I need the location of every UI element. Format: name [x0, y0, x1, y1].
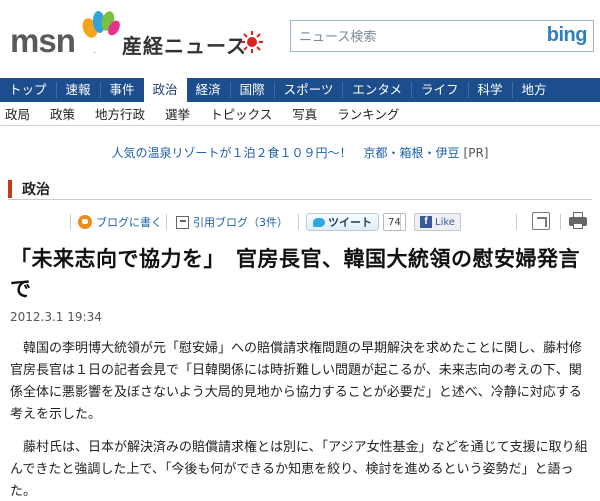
nav-item-entertainment[interactable]: エンタメ	[343, 78, 411, 102]
facebook-like-widget: f Like	[414, 212, 461, 232]
toolbar-separator	[166, 214, 167, 230]
nav-item-economy[interactable]: 経済	[187, 78, 230, 102]
blog-icon	[78, 215, 92, 229]
twitter-bird-icon	[313, 217, 325, 227]
site-header: msn . 産経ニュース bing	[0, 0, 600, 76]
toolbar-separator	[298, 214, 299, 230]
quote-blog-link[interactable]: 引用ブログ（3件）	[176, 212, 288, 232]
article-headline: 「未来志向で協力を」 官房長官、韓国大統領の慰安婦発言で	[10, 247, 580, 301]
nav-item-breaking[interactable]: 速報	[57, 78, 100, 102]
article-date: 2012.3.1 19:34	[10, 310, 102, 324]
msn-logo-dot: .	[93, 46, 96, 56]
section-heading: 政治	[8, 178, 592, 200]
facebook-like-button[interactable]: f Like	[414, 213, 461, 231]
sankei-mark-icon	[241, 31, 263, 53]
nav-item-regional[interactable]: 地方	[513, 78, 556, 102]
sub-nav-item-topics[interactable]: トピックス	[210, 104, 272, 123]
nav-item-top[interactable]: トップ	[0, 78, 56, 102]
sankei-news-logo-text: 産経ニュース	[122, 34, 247, 58]
msn-butterfly-icon	[82, 11, 120, 38]
sub-nav-item-local-government[interactable]: 地方行政	[95, 104, 145, 123]
section-title: 政治	[22, 182, 50, 198]
ad-banner: 人気の温泉リゾートが１泊２食１０９円〜！ 京都・箱根・伊豆 [PR]	[0, 144, 600, 161]
nav-item-science[interactable]: 科学	[469, 78, 512, 102]
toolbar-separator	[70, 214, 71, 230]
sub-nav-item-political-situation[interactable]: 政局	[5, 104, 30, 123]
share-icon[interactable]	[532, 212, 550, 230]
news-search-input[interactable]	[299, 27, 519, 47]
tweet-count: 74	[383, 213, 406, 231]
toolbar-separator	[560, 214, 561, 230]
blog-write-link[interactable]: ブログに書く	[78, 212, 162, 232]
sub-nav-item-ranking[interactable]: ランキング	[337, 104, 399, 123]
print-icon[interactable]	[568, 212, 588, 230]
like-label: Like	[435, 216, 455, 228]
msn-sankei-logo[interactable]: msn . 産経ニュース	[10, 10, 263, 59]
social-toolbar: ブログに書く 引用ブログ（3件） ツイート 74 f Like	[70, 210, 592, 234]
main-nav: トップ 速報 事件 政治 経済 国際 スポーツ エンタメ ライフ 科学 地方	[0, 78, 600, 102]
ad-link[interactable]: 人気の温泉リゾートが１泊２食１０９円〜！	[112, 146, 352, 160]
sub-nav: 政局 政策 地方行政 選挙 トピックス 写真 ランキング	[0, 102, 600, 126]
msn-logo-text: msn	[10, 22, 76, 59]
article-paragraph: 藤村氏は、日本が解決済みの賠償請求権とは別に、「アジア女性基金」などを通じて支援…	[10, 440, 588, 499]
quote-blog-icon	[176, 215, 189, 229]
ad-link-destinations[interactable]: 京都・箱根・伊豆	[364, 146, 460, 160]
facebook-icon: f	[420, 216, 432, 228]
sub-nav-item-elections[interactable]: 選挙	[165, 104, 190, 123]
sub-nav-item-photos[interactable]: 写真	[292, 104, 317, 123]
nav-item-incidents[interactable]: 事件	[101, 78, 144, 102]
nav-item-sports[interactable]: スポーツ	[275, 78, 343, 102]
news-search-box: bing	[290, 20, 594, 52]
section-accent-bar	[8, 180, 12, 198]
tweet-button[interactable]: ツイート	[306, 213, 379, 231]
nav-item-life[interactable]: ライフ	[412, 78, 468, 102]
nav-item-international[interactable]: 国際	[231, 78, 274, 102]
nav-item-politics[interactable]: 政治	[143, 78, 187, 102]
tweet-widget: ツイート 74	[306, 212, 406, 232]
toolbar-separator	[516, 214, 517, 230]
blog-write-label: ブログに書く	[96, 216, 162, 229]
toolbar-separator	[400, 214, 401, 230]
bing-search-button[interactable]: bing	[547, 24, 588, 47]
tweet-label: ツイート	[328, 216, 372, 229]
ad-pr-tag: [PR]	[463, 146, 489, 160]
article-paragraph: 韓国の李明博大統領が元「慰安婦」への賠償請求権問題の早期解決を求めたことに関し、…	[10, 341, 583, 422]
sub-nav-item-policy[interactable]: 政策	[50, 104, 75, 123]
quote-blog-label: 引用ブログ（3件）	[193, 216, 288, 229]
